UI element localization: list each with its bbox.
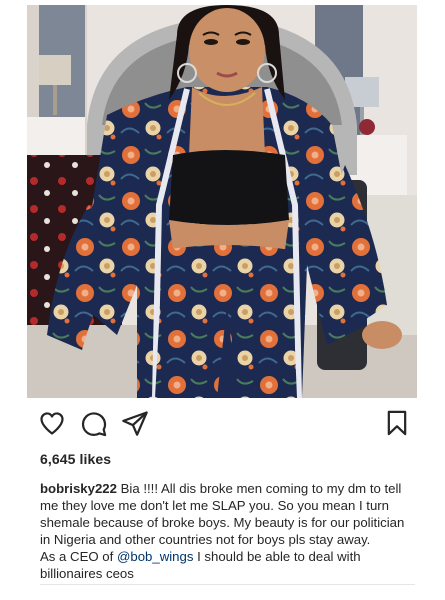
post-caption: bobrisky222 Bia !!!! All dis broke men c… xyxy=(40,480,410,582)
mention-link[interactable]: @bob_wings xyxy=(117,549,193,564)
heart-icon[interactable] xyxy=(38,409,66,437)
caption-username[interactable]: bobrisky222 xyxy=(40,481,117,496)
post-photo[interactable] xyxy=(27,5,417,398)
comment-icon[interactable] xyxy=(80,409,108,437)
bookmark-icon[interactable] xyxy=(383,409,411,437)
caption-paragraph-2: As a CEO of @bob_wings I should be able … xyxy=(40,548,410,582)
likes-count[interactable]: 6,645 likes xyxy=(40,451,111,467)
action-bar xyxy=(0,403,445,443)
divider xyxy=(40,584,415,585)
caption-text-2-before: As a CEO of xyxy=(40,549,117,564)
caption-paragraph: bobrisky222 Bia !!!! All dis broke men c… xyxy=(40,480,410,548)
send-icon[interactable] xyxy=(121,409,149,437)
